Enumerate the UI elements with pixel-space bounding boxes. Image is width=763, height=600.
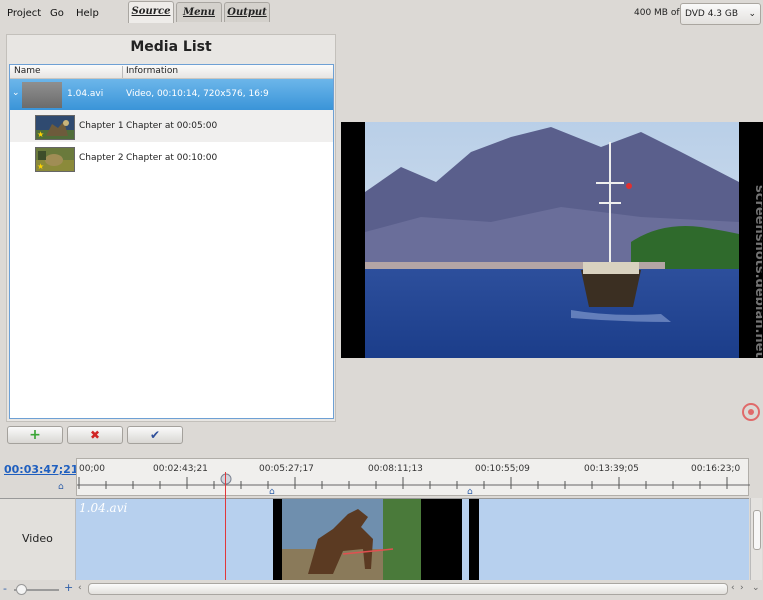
media-list-title: Media List [130,39,212,55]
remove-media-button[interactable]: ✖ [67,426,123,444]
star-icon: ★ [37,130,45,139]
chapter-1-thumbnail: ★ [35,115,75,140]
chapter-1-info: Chapter at 00:05:00 [126,121,218,131]
chevron-down-icon: ⌄ [748,9,756,19]
list-item-chapter-2[interactable]: ★ Chapter 2 Chapter at 00:10:00 [10,142,333,174]
plus-icon: + [29,427,41,443]
scrollbar-thumb[interactable] [753,510,761,550]
horizontal-scrollbar[interactable] [88,583,728,595]
column-divider [122,66,123,78]
tab-source[interactable]: Source [128,1,174,23]
zoom-out-button[interactable]: - [3,582,7,595]
menu-help[interactable]: Help [76,8,99,19]
video-track[interactable]: 1.04.avi [76,498,749,580]
clip-thumbnail [273,499,479,580]
scroll-down-icon[interactable]: ⌄ [752,583,760,593]
disc-size-select[interactable]: DVD 4.3 GB ⌄ [680,3,761,25]
chapter-1-name: Chapter 1 [79,121,124,131]
collapse-arrow-icon[interactable]: ⌄ [12,88,20,98]
menu-go[interactable]: Go [50,8,64,19]
close-icon: ✖ [89,428,101,442]
scroll-left-icon[interactable]: ‹ [78,583,82,593]
time-ruler[interactable]: 00;00 00:02:43;21 00:05:27;17 00:08:11;1… [76,458,750,497]
scroll-right-icon[interactable]: › [740,583,744,593]
playhead-handle-icon[interactable] [220,473,232,485]
scroll-left-icon[interactable]: ‹ [731,583,735,593]
column-name[interactable]: Name [14,66,41,76]
track-label-text: Video [22,532,53,545]
top-bar: Project Go Help Source Menu Output 400 M… [0,0,763,30]
media-list[interactable]: Name Information ⌄ 1.04.avi Video, 00:10… [9,64,334,419]
watermark-text: screenshots.debian.net [752,185,762,358]
zoom-in-button[interactable]: + [64,581,73,594]
video-info: Video, 00:10:14, 720x576, 16:9 [126,89,269,99]
apply-button[interactable]: ✔ [127,426,183,444]
star-icon: ★ [37,162,45,171]
chapter-2-thumbnail: ★ [35,147,75,172]
chapter-2-name: Chapter 2 [79,153,124,163]
clip-label: 1.04.avi [79,501,128,515]
disc-usage-label: 400 MB of [634,8,680,18]
chapter-2-info: Chapter at 00:10:00 [126,153,218,163]
list-header: Name Information [10,65,333,79]
tab-menu[interactable]: Menu [176,2,222,22]
preview-frame [341,122,763,358]
list-item-video[interactable]: ⌄ 1.04.avi Video, 00:10:14, 720x576, 16:… [10,79,333,110]
video-preview[interactable] [341,122,763,358]
playhead-line [225,472,226,580]
watermark: screenshots.debian.net [742,180,763,430]
checkmark-icon: ✔ [149,428,161,442]
timeline: 00:03:47;21 ⌂ 00;00 00:02:43;21 00:05:27… [0,455,763,600]
zoom-bar: - + ‹ ‹ › ⌄ [0,581,763,599]
video-name: 1.04.avi [67,89,104,99]
current-timecode[interactable]: 00:03:47;21 [4,463,78,476]
zoom-slider-handle[interactable] [16,584,27,595]
disc-size-value: DVD 4.3 GB [685,9,739,19]
list-item-chapter-1[interactable]: ★ Chapter 1 Chapter at 00:05:00 [10,110,333,142]
media-panel: Media List Name Information ⌄ 1.04.avi V… [6,34,336,422]
column-information[interactable]: Information [126,66,178,76]
chapter-marker-icon[interactable]: ⌂ [269,487,275,497]
vertical-scrollbar[interactable] [750,498,762,580]
ruler-ticks [77,477,750,489]
tab-output[interactable]: Output [224,2,270,22]
video-thumbnail [22,82,62,108]
add-media-button[interactable]: + [7,426,63,444]
chapter-marker-icon[interactable]: ⌂ [467,487,473,497]
menu-project[interactable]: Project [7,8,41,19]
marker-icon[interactable]: ⌂ [58,482,64,492]
